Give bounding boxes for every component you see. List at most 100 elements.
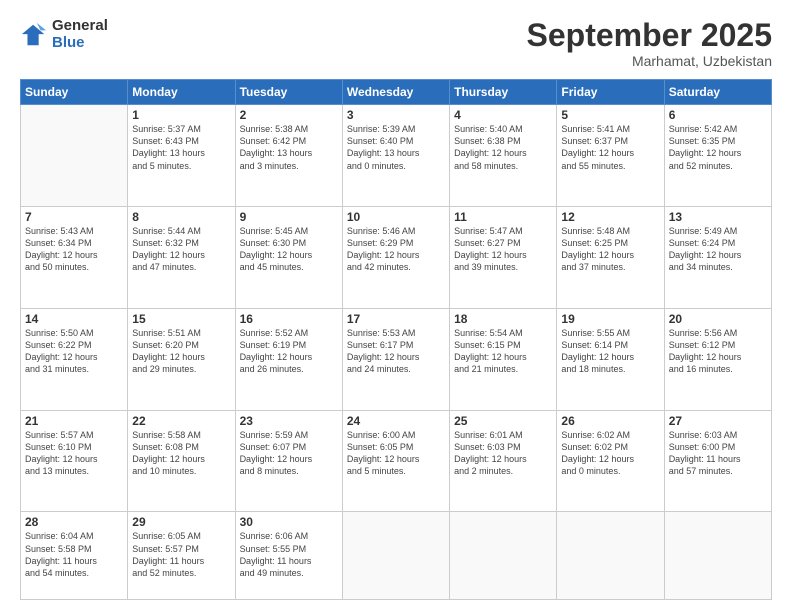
day-info: Sunrise: 5:55 AM Sunset: 6:14 PM Dayligh…	[561, 327, 659, 376]
day-number: 20	[669, 312, 767, 326]
calendar-week-row: 28Sunrise: 6:04 AM Sunset: 5:58 PM Dayli…	[21, 512, 772, 600]
header-tuesday: Tuesday	[235, 80, 342, 105]
table-row: 16Sunrise: 5:52 AM Sunset: 6:19 PM Dayli…	[235, 308, 342, 410]
day-info: Sunrise: 5:57 AM Sunset: 6:10 PM Dayligh…	[25, 429, 123, 478]
day-info: Sunrise: 6:00 AM Sunset: 6:05 PM Dayligh…	[347, 429, 445, 478]
table-row: 9Sunrise: 5:45 AM Sunset: 6:30 PM Daylig…	[235, 206, 342, 308]
day-info: Sunrise: 5:40 AM Sunset: 6:38 PM Dayligh…	[454, 123, 552, 172]
day-info: Sunrise: 6:05 AM Sunset: 5:57 PM Dayligh…	[132, 530, 230, 579]
table-row: 17Sunrise: 5:53 AM Sunset: 6:17 PM Dayli…	[342, 308, 449, 410]
header-monday: Monday	[128, 80, 235, 105]
day-info: Sunrise: 5:48 AM Sunset: 6:25 PM Dayligh…	[561, 225, 659, 274]
table-row: 2Sunrise: 5:38 AM Sunset: 6:42 PM Daylig…	[235, 105, 342, 207]
day-info: Sunrise: 5:54 AM Sunset: 6:15 PM Dayligh…	[454, 327, 552, 376]
day-info: Sunrise: 5:51 AM Sunset: 6:20 PM Dayligh…	[132, 327, 230, 376]
calendar-week-row: 14Sunrise: 5:50 AM Sunset: 6:22 PM Dayli…	[21, 308, 772, 410]
day-number: 3	[347, 108, 445, 122]
table-row	[450, 512, 557, 600]
day-info: Sunrise: 5:58 AM Sunset: 6:08 PM Dayligh…	[132, 429, 230, 478]
day-info: Sunrise: 5:56 AM Sunset: 6:12 PM Dayligh…	[669, 327, 767, 376]
header-friday: Friday	[557, 80, 664, 105]
day-info: Sunrise: 5:47 AM Sunset: 6:27 PM Dayligh…	[454, 225, 552, 274]
table-row	[664, 512, 771, 600]
day-number: 26	[561, 414, 659, 428]
day-number: 19	[561, 312, 659, 326]
calendar-week-row: 7Sunrise: 5:43 AM Sunset: 6:34 PM Daylig…	[21, 206, 772, 308]
day-info: Sunrise: 5:45 AM Sunset: 6:30 PM Dayligh…	[240, 225, 338, 274]
day-info: Sunrise: 6:04 AM Sunset: 5:58 PM Dayligh…	[25, 530, 123, 579]
day-info: Sunrise: 5:41 AM Sunset: 6:37 PM Dayligh…	[561, 123, 659, 172]
month-title: September 2025	[527, 18, 772, 53]
table-row: 20Sunrise: 5:56 AM Sunset: 6:12 PM Dayli…	[664, 308, 771, 410]
day-number: 18	[454, 312, 552, 326]
day-info: Sunrise: 5:50 AM Sunset: 6:22 PM Dayligh…	[25, 327, 123, 376]
calendar-week-row: 1Sunrise: 5:37 AM Sunset: 6:43 PM Daylig…	[21, 105, 772, 207]
day-number: 1	[132, 108, 230, 122]
table-row: 18Sunrise: 5:54 AM Sunset: 6:15 PM Dayli…	[450, 308, 557, 410]
header-saturday: Saturday	[664, 80, 771, 105]
table-row	[342, 512, 449, 600]
day-number: 13	[669, 210, 767, 224]
table-row: 6Sunrise: 5:42 AM Sunset: 6:35 PM Daylig…	[664, 105, 771, 207]
table-row: 3Sunrise: 5:39 AM Sunset: 6:40 PM Daylig…	[342, 105, 449, 207]
table-row: 8Sunrise: 5:44 AM Sunset: 6:32 PM Daylig…	[128, 206, 235, 308]
day-number: 5	[561, 108, 659, 122]
day-number: 15	[132, 312, 230, 326]
day-info: Sunrise: 5:42 AM Sunset: 6:35 PM Dayligh…	[669, 123, 767, 172]
day-number: 30	[240, 515, 338, 529]
header-wednesday: Wednesday	[342, 80, 449, 105]
table-row: 12Sunrise: 5:48 AM Sunset: 6:25 PM Dayli…	[557, 206, 664, 308]
day-info: Sunrise: 5:53 AM Sunset: 6:17 PM Dayligh…	[347, 327, 445, 376]
day-number: 17	[347, 312, 445, 326]
header-thursday: Thursday	[450, 80, 557, 105]
table-row: 5Sunrise: 5:41 AM Sunset: 6:37 PM Daylig…	[557, 105, 664, 207]
table-row: 7Sunrise: 5:43 AM Sunset: 6:34 PM Daylig…	[21, 206, 128, 308]
table-row: 13Sunrise: 5:49 AM Sunset: 6:24 PM Dayli…	[664, 206, 771, 308]
table-row: 10Sunrise: 5:46 AM Sunset: 6:29 PM Dayli…	[342, 206, 449, 308]
day-number: 28	[25, 515, 123, 529]
table-row	[21, 105, 128, 207]
day-number: 10	[347, 210, 445, 224]
day-number: 12	[561, 210, 659, 224]
day-number: 11	[454, 210, 552, 224]
day-info: Sunrise: 5:37 AM Sunset: 6:43 PM Dayligh…	[132, 123, 230, 172]
title-block: September 2025 Marhamat, Uzbekistan	[527, 18, 772, 69]
day-info: Sunrise: 6:02 AM Sunset: 6:02 PM Dayligh…	[561, 429, 659, 478]
day-number: 16	[240, 312, 338, 326]
location-subtitle: Marhamat, Uzbekistan	[527, 53, 772, 69]
table-row: 19Sunrise: 5:55 AM Sunset: 6:14 PM Dayli…	[557, 308, 664, 410]
day-number: 27	[669, 414, 767, 428]
day-info: Sunrise: 5:39 AM Sunset: 6:40 PM Dayligh…	[347, 123, 445, 172]
logo: General Blue	[20, 18, 108, 51]
header-sunday: Sunday	[21, 80, 128, 105]
day-info: Sunrise: 5:44 AM Sunset: 6:32 PM Dayligh…	[132, 225, 230, 274]
logo-icon	[20, 21, 48, 49]
day-number: 22	[132, 414, 230, 428]
day-number: 8	[132, 210, 230, 224]
table-row: 11Sunrise: 5:47 AM Sunset: 6:27 PM Dayli…	[450, 206, 557, 308]
day-info: Sunrise: 6:06 AM Sunset: 5:55 PM Dayligh…	[240, 530, 338, 579]
calendar-table: Sunday Monday Tuesday Wednesday Thursday…	[20, 79, 772, 600]
table-row: 24Sunrise: 6:00 AM Sunset: 6:05 PM Dayli…	[342, 410, 449, 512]
table-row: 15Sunrise: 5:51 AM Sunset: 6:20 PM Dayli…	[128, 308, 235, 410]
day-number: 9	[240, 210, 338, 224]
logo-general-text: General	[52, 18, 108, 35]
day-number: 14	[25, 312, 123, 326]
day-number: 2	[240, 108, 338, 122]
day-info: Sunrise: 5:43 AM Sunset: 6:34 PM Dayligh…	[25, 225, 123, 274]
table-row: 28Sunrise: 6:04 AM Sunset: 5:58 PM Dayli…	[21, 512, 128, 600]
day-number: 4	[454, 108, 552, 122]
day-number: 24	[347, 414, 445, 428]
day-info: Sunrise: 5:52 AM Sunset: 6:19 PM Dayligh…	[240, 327, 338, 376]
table-row: 1Sunrise: 5:37 AM Sunset: 6:43 PM Daylig…	[128, 105, 235, 207]
day-info: Sunrise: 5:59 AM Sunset: 6:07 PM Dayligh…	[240, 429, 338, 478]
table-row: 25Sunrise: 6:01 AM Sunset: 6:03 PM Dayli…	[450, 410, 557, 512]
calendar-week-row: 21Sunrise: 5:57 AM Sunset: 6:10 PM Dayli…	[21, 410, 772, 512]
table-row: 29Sunrise: 6:05 AM Sunset: 5:57 PM Dayli…	[128, 512, 235, 600]
logo-text: General Blue	[52, 18, 108, 51]
table-row: 14Sunrise: 5:50 AM Sunset: 6:22 PM Dayli…	[21, 308, 128, 410]
day-info: Sunrise: 6:03 AM Sunset: 6:00 PM Dayligh…	[669, 429, 767, 478]
page-header: General Blue September 2025 Marhamat, Uz…	[20, 18, 772, 69]
table-row: 4Sunrise: 5:40 AM Sunset: 6:38 PM Daylig…	[450, 105, 557, 207]
day-number: 25	[454, 414, 552, 428]
